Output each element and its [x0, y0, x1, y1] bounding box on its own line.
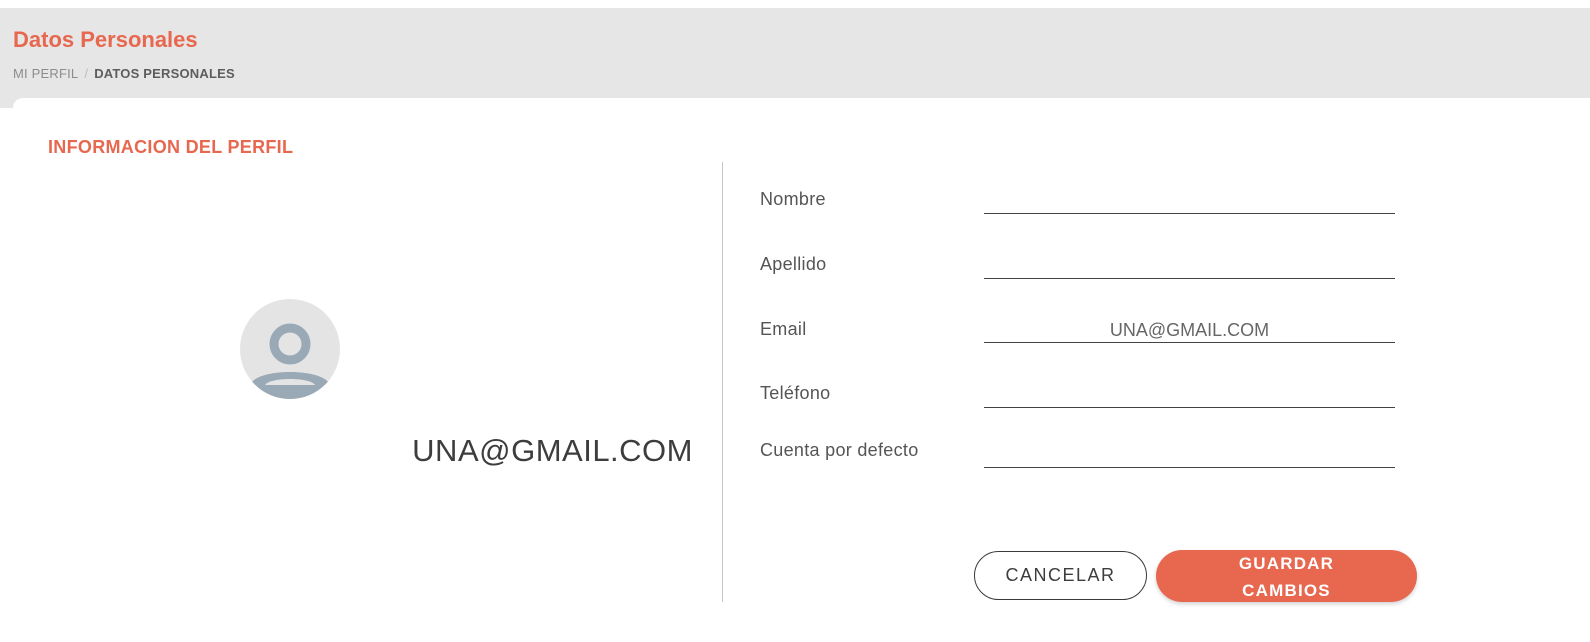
nombre-label: Nombre — [760, 189, 826, 209]
page-title: Datos Personales — [13, 27, 198, 52]
cancel-button[interactable]: CANCELAR — [974, 551, 1147, 600]
email-label: Email — [760, 319, 807, 339]
cuenta-input[interactable] — [984, 443, 1395, 468]
save-button[interactable]: GUARDAR CAMBIOS — [1156, 550, 1417, 602]
breadcrumb: MI PERFIL / DATOS PERSONALES — [13, 66, 235, 81]
vertical-divider — [722, 162, 723, 602]
breadcrumb-current: DATOS PERSONALES — [94, 66, 235, 81]
user-icon — [250, 323, 330, 399]
avatar[interactable] — [240, 299, 340, 399]
telefono-label: Teléfono — [760, 383, 831, 403]
email-input[interactable] — [984, 318, 1395, 343]
breadcrumb-parent[interactable]: MI PERFIL — [13, 66, 78, 81]
telefono-input[interactable] — [984, 383, 1395, 408]
profile-email: UNA@GMAIL.COM — [412, 433, 693, 468]
cuenta-label: Cuenta por defecto — [760, 440, 919, 460]
apellido-label: Apellido — [760, 254, 827, 274]
page-header — [0, 8, 1590, 108]
section-title: INFORMACION DEL PERFIL — [48, 137, 294, 157]
breadcrumb-separator: / — [84, 66, 89, 81]
nombre-input[interactable] — [984, 189, 1395, 214]
apellido-input[interactable] — [984, 254, 1395, 279]
